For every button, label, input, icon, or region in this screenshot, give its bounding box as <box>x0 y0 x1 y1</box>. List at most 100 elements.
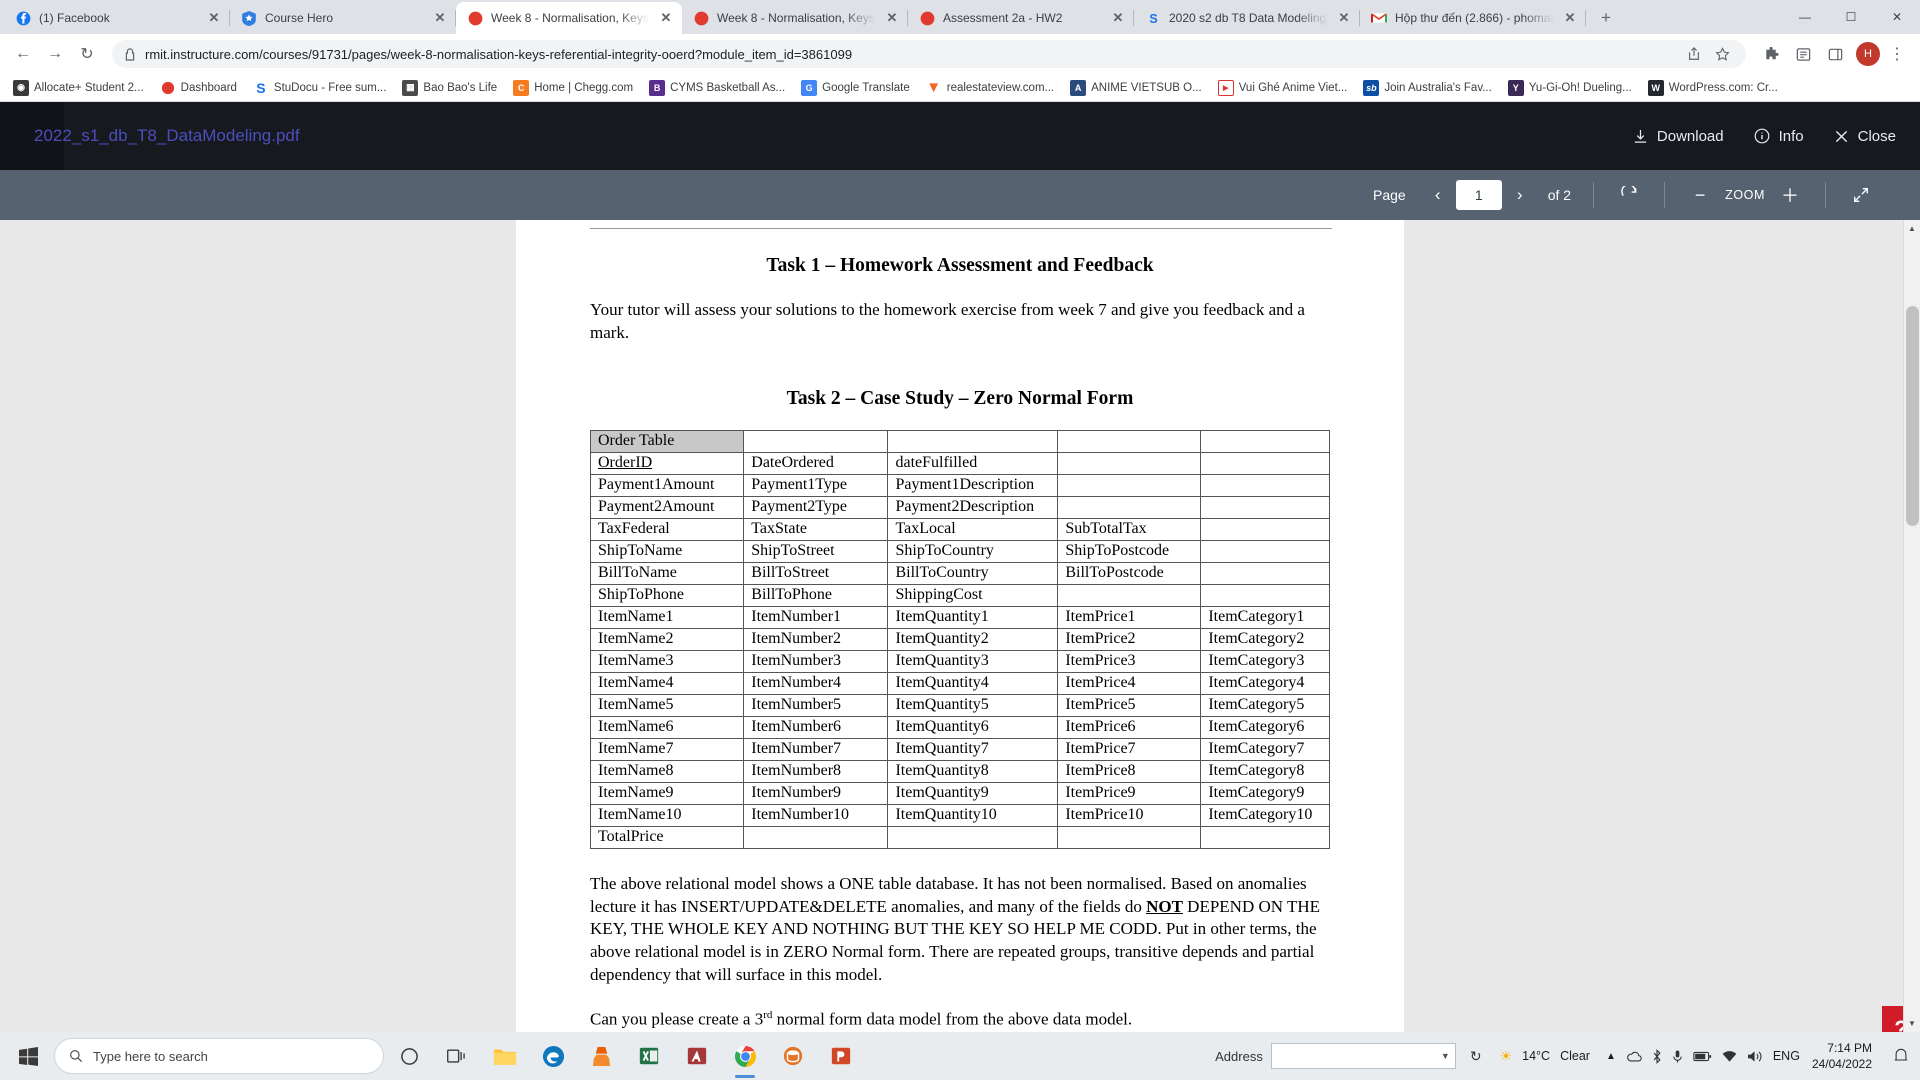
bookmark-item[interactable]: ▼ realestateview.com... <box>919 77 1061 99</box>
network-icon[interactable] <box>1722 1050 1737 1063</box>
address-bar[interactable]: rmit.instructure.com/courses/91731/pages… <box>112 40 1746 68</box>
windows-start-icon[interactable] <box>4 1032 52 1080</box>
tab-close-icon[interactable]: ✕ <box>1562 10 1578 26</box>
reload-icon[interactable]: ↻ <box>72 39 102 69</box>
taskbar-clock[interactable]: 7:14 PM 24/04/2022 <box>1812 1040 1884 1072</box>
order-table-cell: ItemPrice10 <box>1057 804 1202 828</box>
order-table: Order Table OrderID DateOrdered dateFulfill… <box>589 430 1330 850</box>
rotate-icon[interactable] <box>1610 176 1648 214</box>
excel-icon[interactable] <box>626 1032 672 1080</box>
bookmark-item[interactable]: A ANIME VIETSUB O... <box>1063 77 1209 99</box>
bookmark-item[interactable]: G Google Translate <box>794 77 917 99</box>
back-icon[interactable]: ← <box>8 39 38 69</box>
download-button[interactable]: Download <box>1633 128 1724 145</box>
browser-tab-0[interactable]: (1) Facebook ✕ <box>4 2 230 34</box>
star-icon[interactable] <box>1710 42 1734 66</box>
course-hero-icon <box>241 10 257 26</box>
order-table-row: ItemName7 ItemNumber7 ItemQuantity7 ItemPri… <box>589 738 1330 762</box>
bookmark-item[interactable]: ▶ Vui Ghé Anime Viet... <box>1211 77 1355 99</box>
notification-icon[interactable] <box>1886 1032 1916 1080</box>
chevron-left-icon[interactable]: ‹ <box>1420 177 1456 213</box>
browser-tab-3[interactable]: Week 8 - Normalisation, Keys, Re ✕ <box>682 2 908 34</box>
extensions-icon[interactable] <box>1756 39 1786 69</box>
pdf-filename: 2022_s1_db_T8_DataModeling.pdf <box>34 126 300 145</box>
side-panel-icon[interactable] <box>1820 39 1850 69</box>
powerpoint-icon[interactable] <box>818 1032 864 1080</box>
edge-icon[interactable] <box>530 1032 576 1080</box>
order-table-cell: ItemName8 <box>589 760 745 784</box>
order-table-cell: ShipToName <box>589 540 745 564</box>
browser-tab-2[interactable]: Week 8 - Normalisation, Keys, Re ✕ <box>456 2 682 34</box>
tab-close-icon[interactable]: ✕ <box>1110 10 1126 26</box>
new-tab-button[interactable]: + <box>1592 4 1620 32</box>
window-close-button[interactable]: ✕ <box>1874 0 1920 34</box>
document-scrollbar[interactable]: ▲ ▼ <box>1903 220 1920 1032</box>
toolbar-divider <box>1593 182 1595 208</box>
language-indicator[interactable]: ENG <box>1773 1049 1800 1063</box>
bookmark-item[interactable]: ◉ Allocate+ Student 2... <box>6 77 151 99</box>
tab-close-icon[interactable]: ✕ <box>206 10 222 26</box>
bluetooth-icon[interactable] <box>1652 1048 1662 1064</box>
minimize-button[interactable]: — <box>1782 0 1828 34</box>
battery-icon[interactable] <box>1693 1051 1712 1062</box>
page-label: Page <box>1373 187 1406 203</box>
microphone-icon[interactable] <box>1672 1049 1683 1064</box>
bookmark-item[interactable]: C Home | Chegg.com <box>506 77 640 99</box>
access-icon[interactable] <box>674 1032 720 1080</box>
address-combobox[interactable]: ▼ <box>1270 1043 1456 1069</box>
zoom-out-icon[interactable]: − <box>1681 176 1719 214</box>
order-table-cell: ItemNumber9 <box>743 782 889 806</box>
task-view-icon[interactable] <box>434 1032 480 1080</box>
order-table-cell: ItemCategory3 <box>1200 650 1330 674</box>
page-number-input[interactable]: 1 <box>1455 180 1502 210</box>
bookmark-item[interactable]: Y Yu-Gi-Oh! Dueling... <box>1501 77 1639 99</box>
svg-text:S: S <box>1149 11 1157 25</box>
chevron-up-icon[interactable]: ▲ <box>1606 1051 1616 1062</box>
bookmark-item[interactable]: ▦ Bao Bao's Life <box>395 77 504 99</box>
browser-tab-label: Week 8 - Normalisation, Keys, Re <box>491 11 650 25</box>
browser-tab-5[interactable]: S 2020 s2 db T8 Data Modeling So ✕ <box>1134 2 1360 34</box>
vlc-icon[interactable] <box>578 1032 624 1080</box>
search-input[interactable]: Type here to search <box>54 1038 384 1074</box>
file-explorer-icon[interactable] <box>482 1032 528 1080</box>
bookmark-item[interactable]: S StuDocu - Free sum... <box>246 77 393 99</box>
bookmark-item[interactable]: sb Join Australia's Fav... <box>1356 77 1498 99</box>
reading-list-icon[interactable] <box>1788 39 1818 69</box>
profile-avatar[interactable]: H <box>1856 42 1880 66</box>
scroll-up-arrow[interactable]: ▲ <box>1904 220 1920 237</box>
tab-close-icon[interactable]: ✕ <box>1336 10 1352 26</box>
share-icon[interactable] <box>1682 42 1706 66</box>
fullscreen-icon[interactable] <box>1842 176 1880 214</box>
maximize-button[interactable]: ☐ <box>1828 0 1874 34</box>
zoom-in-icon[interactable]: ＋ <box>1771 176 1809 214</box>
bookmark-item[interactable]: W WordPress.com: Cr... <box>1641 77 1785 99</box>
scroll-down-arrow[interactable]: ▼ <box>1904 1015 1920 1032</box>
tab-close-icon[interactable]: ✕ <box>432 10 448 26</box>
scrollbar-thumb[interactable] <box>1906 306 1919 526</box>
chevron-right-icon[interactable]: › <box>1502 177 1538 213</box>
tab-close-icon[interactable]: ✕ <box>658 10 674 26</box>
mysql-icon[interactable] <box>770 1032 816 1080</box>
chrome-icon[interactable] <box>722 1032 768 1080</box>
refresh-icon[interactable]: ↻ <box>1464 1048 1488 1065</box>
volume-icon[interactable] <box>1747 1050 1763 1063</box>
order-table-cell: ItemPrice8 <box>1057 760 1202 784</box>
forward-icon[interactable]: → <box>40 39 70 69</box>
order-table-cell: ItemQuantity10 <box>887 804 1059 828</box>
bookmark-item[interactable]: B CYMS Basketball As... <box>642 77 792 99</box>
bookmark-label: Allocate+ Student 2... <box>34 81 144 94</box>
tab-close-icon[interactable]: ✕ <box>884 10 900 26</box>
order-table-body: Order Table OrderID DateOrdered dateFulfill… <box>589 430 1330 850</box>
browser-tab-1[interactable]: Course Hero ✕ <box>230 2 456 34</box>
anime-vietsub-icon: A <box>1070 79 1087 96</box>
browser-tab-4[interactable]: Assessment 2a - HW2 ✕ <box>908 2 1134 34</box>
para1-not-emphasis: NOT <box>1146 896 1183 916</box>
chevron-down-icon[interactable]: ▼ <box>1441 1051 1450 1061</box>
info-button[interactable]: Info <box>1754 128 1804 145</box>
bookmark-item[interactable]: Dashboard <box>153 77 244 99</box>
more-menu-icon[interactable]: ⋮ <box>1882 39 1912 69</box>
cortana-circle-icon[interactable] <box>386 1032 432 1080</box>
onedrive-icon[interactable] <box>1626 1051 1642 1062</box>
close-preview-button[interactable]: Close <box>1834 128 1896 145</box>
browser-tab-6[interactable]: Hộp thư đến (2.866) - phomaiqu ✕ <box>1360 2 1586 34</box>
